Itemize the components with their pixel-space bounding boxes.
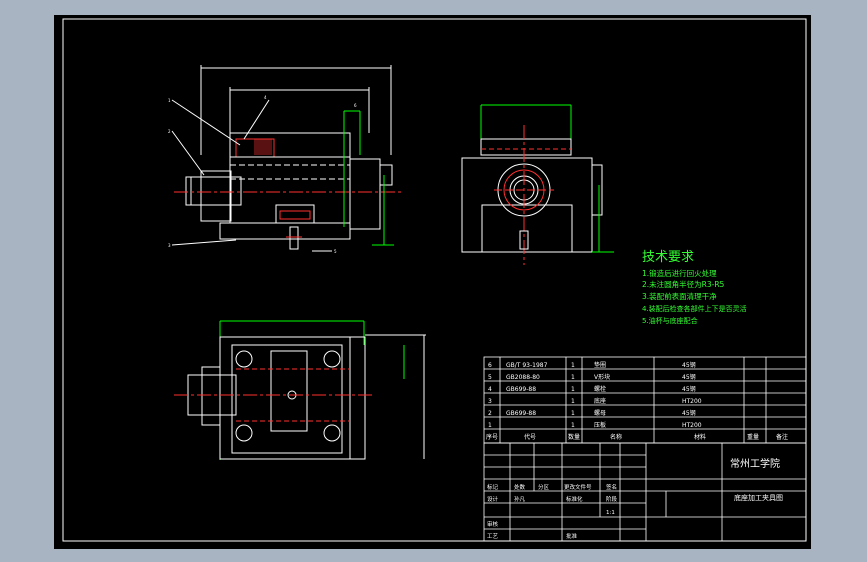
parts-cell-name: 压板 <box>594 421 606 429</box>
tech-requirement-item: 2.未注圆角半径为R3-R5 <box>642 279 725 289</box>
parts-cell-qty: 1 <box>571 386 575 393</box>
parts-header-remark: 备注 <box>776 433 788 441</box>
callout-5: 5 <box>334 249 337 254</box>
parts-header-name: 名称 <box>610 433 622 441</box>
parts-cell-no: 3 <box>488 398 492 405</box>
parts-cell-qty: 1 <box>571 422 575 429</box>
parts-cell-code: GB699-88 <box>506 410 536 417</box>
parts-cell-name: V形块 <box>594 373 610 381</box>
parts-cell-name: 螺母 <box>594 409 606 417</box>
scale-value: 1:1 <box>606 510 615 516</box>
parts-cell-material: 45钢 <box>682 385 696 393</box>
label-change-doc: 更改文件号 <box>564 483 592 491</box>
front-view <box>171 65 402 252</box>
parts-cell-no: 2 <box>488 410 492 417</box>
parts-header-qty: 数量 <box>568 433 580 441</box>
callout-6: 6 <box>354 103 357 108</box>
label-review: 审核 <box>487 520 499 528</box>
drawing-name: 底座加工夹具图 <box>734 493 783 502</box>
parts-cell-code: GB/T 93-1987 <box>506 362 548 369</box>
label-stage: 阶段 <box>606 495 618 503</box>
parts-cell-material: 45钢 <box>682 409 696 417</box>
label-design: 设计 <box>487 495 499 503</box>
parts-cell-name: 底座 <box>594 397 606 405</box>
label-mark: 标记 <box>487 483 499 491</box>
cad-viewport[interactable]: 1 2 3 4 5 6 技术要求 1.锻造后进行回火处理 2.未注圆角半径为R3… <box>54 15 811 549</box>
parts-cell-qty: 1 <box>571 374 575 381</box>
parts-cell-code: GB699-88 <box>506 386 536 393</box>
parts-cell-name: 螺栓 <box>594 385 606 393</box>
parts-cell-code: GB2088-80 <box>506 374 540 381</box>
tech-requirements: 技术要求 1.锻造后进行回火处理 2.未注圆角半径为R3-R5 3.装配前表面清… <box>642 250 747 325</box>
callout-2: 2 <box>168 129 171 134</box>
parts-cell-qty: 1 <box>571 398 575 405</box>
school-name: 常州工学院 <box>730 457 780 470</box>
label-process: 工艺 <box>487 533 499 540</box>
label-zone: 分区 <box>538 483 550 491</box>
parts-header-no: 序号 <box>486 433 498 441</box>
design-value: 孙凡 <box>514 495 526 503</box>
parts-cell-no: 6 <box>488 362 492 369</box>
label-sign: 签名 <box>606 483 617 491</box>
label-count: 处数 <box>514 483 526 491</box>
parts-cell-no: 4 <box>488 386 492 393</box>
tech-requirement-item: 5.油杯与底座配合 <box>642 316 698 325</box>
label-standardize: 标准化 <box>566 495 583 503</box>
parts-cell-material: 45钢 <box>682 373 696 381</box>
side-view <box>461 104 614 265</box>
callout-1: 1 <box>168 98 171 103</box>
tech-requirement-item: 4.装配后检查各部件上下是否灵活 <box>642 304 747 313</box>
parts-header-material: 材料 <box>694 433 706 441</box>
parts-cell-material: 45钢 <box>682 361 696 369</box>
callout-4: 4 <box>264 95 267 100</box>
parts-table <box>483 356 807 444</box>
parts-cell-no: 1 <box>488 422 492 429</box>
tech-requirement-item: 1.锻造后进行回火处理 <box>642 268 717 278</box>
tech-requirements-title: 技术要求 <box>642 250 694 265</box>
top-view <box>174 320 426 460</box>
tech-requirement-item: 3.装配前表面清理干净 <box>642 291 717 301</box>
parts-cell-name: 垫圈 <box>594 361 606 369</box>
parts-cell-material: HT200 <box>682 398 702 405</box>
drawing-sheet: 1 2 3 4 5 6 技术要求 1.锻造后进行回火处理 2.未注圆角半径为R3… <box>62 18 807 542</box>
title-block <box>483 442 807 542</box>
label-approve: 批准 <box>566 532 578 540</box>
parts-cell-qty: 1 <box>571 410 575 417</box>
parts-header-weight: 重量 <box>747 433 759 441</box>
callout-3: 3 <box>168 243 171 248</box>
title-block-text: 常州工学院 底座加工夹具图 标记 处数 分区 更改文件号 签名 设计 孙凡 标准… <box>487 457 783 540</box>
parts-cell-no: 5 <box>488 374 492 381</box>
parts-cell-qty: 1 <box>571 362 575 369</box>
parts-header-code: 代号 <box>524 433 536 441</box>
parts-cell-material: HT200 <box>682 422 702 429</box>
callout-labels: 1 2 3 4 5 6 <box>168 95 357 254</box>
